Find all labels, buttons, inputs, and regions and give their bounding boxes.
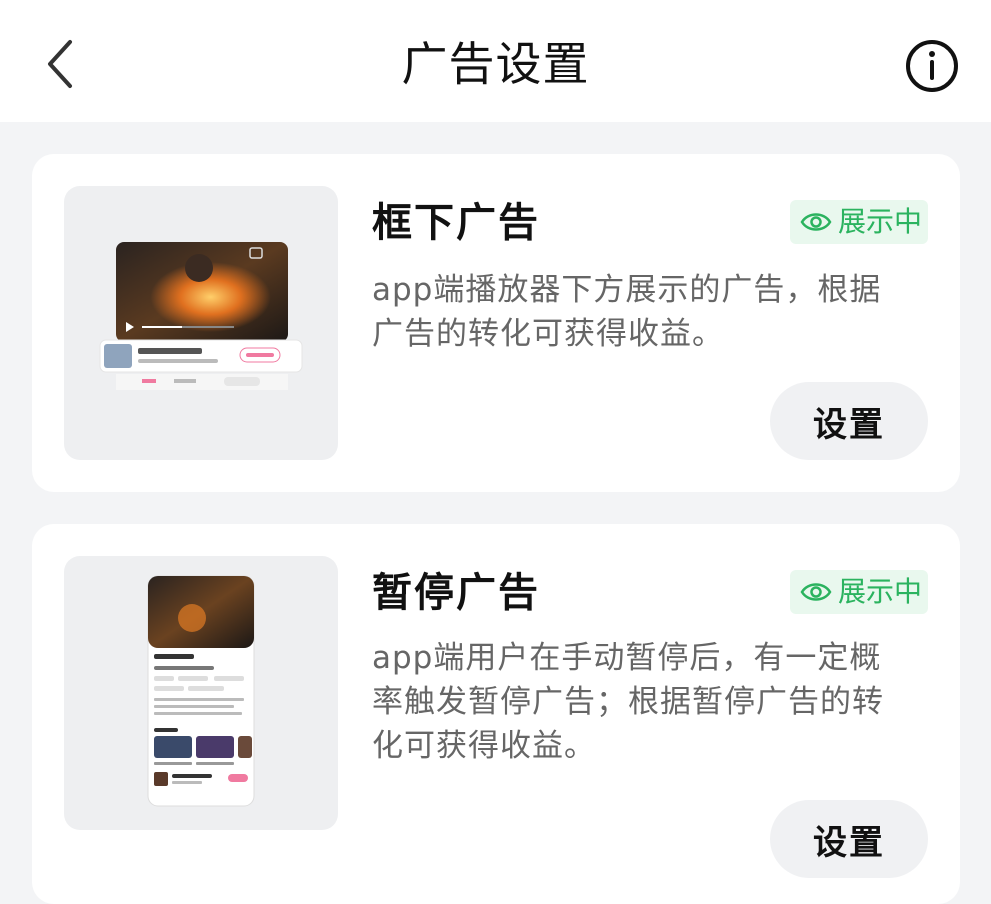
- page-title: 广告设置: [401, 37, 590, 91]
- status-text: 展示中: [838, 575, 923, 608]
- status-text: 展示中: [838, 205, 923, 238]
- ad-card-below-frame: 框下广告 展示中 app端播放器下方展示的广告，根据广告的转化可获得收益。 设置: [32, 154, 960, 492]
- eye-icon: [800, 583, 832, 601]
- ad-title: 框下广告: [372, 200, 540, 246]
- player-preview-illustration: [99, 242, 303, 390]
- info-button[interactable]: [904, 38, 960, 94]
- status-badge: 展示中: [790, 200, 928, 244]
- settings-button[interactable]: 设置: [770, 382, 928, 460]
- ad-description: app端用户在手动暂停后，有一定概率触发暂停广告；根据暂停广告的转化可获得收益。: [372, 640, 884, 764]
- status-badge: 展示中: [790, 570, 928, 614]
- ad-preview-thumbnail: [64, 186, 338, 460]
- info-circle-icon: [906, 40, 958, 92]
- ad-preview-thumbnail: [64, 556, 338, 830]
- settings-button[interactable]: 设置: [770, 800, 928, 878]
- eye-icon: [800, 213, 832, 231]
- ad-card-pause: 暂停广告 展示中 app端用户在手动暂停后，有一定概率触发暂停广告；根据暂停广告…: [32, 524, 960, 904]
- phone-preview-illustration: [147, 575, 255, 807]
- ad-title: 暂停广告: [372, 570, 540, 616]
- top-bar: 广告设置: [0, 0, 991, 122]
- ad-description: app端播放器下方展示的广告，根据广告的转化可获得收益。: [372, 272, 882, 352]
